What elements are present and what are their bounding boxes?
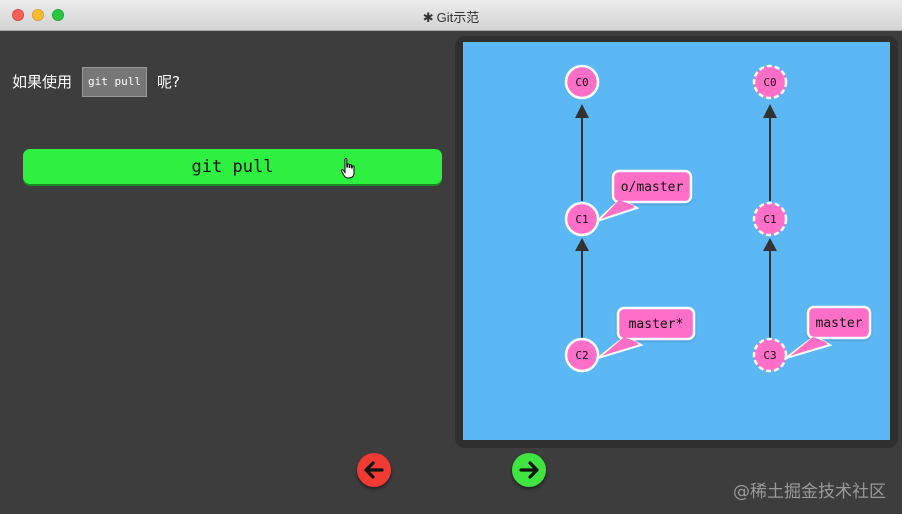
- commit-node-c2-left[interactable]: C2: [564, 337, 600, 373]
- commit-id: C1: [575, 213, 588, 226]
- arrow-left-icon: [364, 461, 384, 479]
- commit-id: C0: [575, 76, 588, 89]
- git-pull-command-button[interactable]: git pull: [23, 149, 442, 184]
- window-titlebar: ✱ Git示范: [0, 0, 902, 31]
- command-button-label: git pull: [191, 156, 274, 177]
- question-suffix: 呢?: [157, 73, 180, 91]
- branch-label-o-master[interactable]: o/master: [596, 169, 693, 222]
- commit-node-c1-left[interactable]: C1: [564, 201, 600, 237]
- question-text: 如果使用 git pull 呢?: [12, 67, 180, 97]
- watermark: @稀土掘金技术社区: [733, 482, 886, 502]
- git-graph-canvas: C0 C1 C2 C0 C1 C3 o/master master* maste…: [463, 42, 890, 440]
- inline-code: git pull: [82, 67, 147, 97]
- commit-node-c1-right[interactable]: C1: [752, 201, 788, 237]
- branch-label-master-star[interactable]: master*: [597, 306, 696, 359]
- commit-id: C0: [763, 76, 776, 89]
- back-button[interactable]: [357, 453, 391, 487]
- branch-label-text: o/master: [621, 180, 684, 195]
- forward-button[interactable]: [512, 453, 546, 487]
- commit-id: C1: [763, 213, 776, 226]
- hand-cursor-icon: [340, 158, 355, 179]
- commit-node-c0-left[interactable]: C0: [564, 64, 600, 100]
- branch-label-text: master: [816, 316, 863, 331]
- branch-label-master[interactable]: master: [785, 305, 872, 359]
- main-content: 如果使用 git pull 呢? git pull C0 C1 C2 C0 C1…: [0, 31, 902, 514]
- question-prefix: 如果使用: [12, 73, 73, 91]
- window-title: ✱ Git示范: [422, 10, 480, 25]
- commit-id: C2: [575, 349, 588, 362]
- commit-node-c0-right[interactable]: C0: [752, 64, 788, 100]
- gear-icon: ✱: [422, 10, 434, 25]
- arrow-right-icon: [519, 461, 539, 479]
- commit-node-c3-right[interactable]: C3: [752, 337, 788, 373]
- commit-id: C3: [763, 349, 776, 362]
- branch-label-text: master*: [629, 317, 684, 332]
